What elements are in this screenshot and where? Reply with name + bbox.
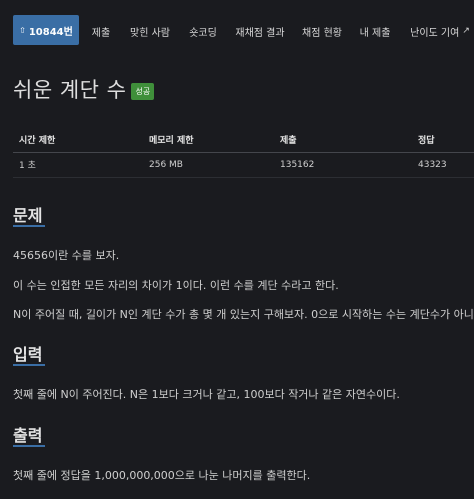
problem-title-row: 쉬운 계단 수 성공 xyxy=(13,74,155,104)
section-divider xyxy=(13,364,45,366)
memory-limit-value: 256 MB xyxy=(143,152,274,178)
problem-paragraph-2: 이 수는 인접한 모든 자리의 차이가 1이다. 이런 수를 계단 수라고 한다… xyxy=(13,279,339,292)
table-row: 1 초 256 MB 135162 43323 xyxy=(13,152,474,178)
accepted-value: 43323 xyxy=(412,152,474,178)
nav-rejudge-results[interactable]: 재채점 결과 xyxy=(235,0,285,62)
problem-number-tab[interactable]: ⇧ 10844번 xyxy=(13,15,79,45)
header-accepted: 정답 xyxy=(412,128,474,153)
section-divider xyxy=(13,445,45,447)
top-nav: ⇧ 10844번 제출 맞힌 사람 숏코딩 재채점 결과 채점 현황 내 제출 … xyxy=(0,0,474,62)
input-description: 첫째 줄에 N이 주어진다. N은 1보다 크거나 같고, 100보다 작거나 … xyxy=(13,388,400,401)
output-description: 첫째 줄에 정답을 1,000,000,000으로 나눈 나머지를 출력한다. xyxy=(13,469,311,482)
problem-info-table: 시간 제한 메모리 제한 제출 정답 1 초 256 MB 135162 433… xyxy=(13,128,474,178)
nav-submit[interactable]: 제출 xyxy=(90,0,112,62)
nav-short-coding[interactable]: 숏코딩 xyxy=(188,0,218,62)
submissions-value: 135162 xyxy=(274,152,412,178)
external-link-icon: ↗ xyxy=(462,26,470,36)
problem-paragraph-3: N이 주어질 때, 길이가 N인 계단 수가 총 몇 개 있는지 구해보자. 0… xyxy=(13,308,474,321)
header-memory-limit: 메모리 제한 xyxy=(143,128,274,153)
nav-solvers[interactable]: 맞힌 사람 xyxy=(130,0,170,62)
section-divider xyxy=(13,225,45,227)
upload-icon: ⇧ xyxy=(19,25,26,35)
table-header-row: 시간 제한 메모리 제한 제출 정답 xyxy=(13,128,474,153)
problem-paragraph-1: 45656이란 수를 보자. xyxy=(13,249,120,262)
problem-number-label: 10844번 xyxy=(28,26,73,38)
nav-difficulty-contribution[interactable]: 난이도 기여 ↗ xyxy=(410,0,470,62)
nav-status[interactable]: 채점 현황 xyxy=(302,0,342,62)
status-badge: 성공 xyxy=(131,82,155,100)
nav-my-submissions[interactable]: 내 제출 xyxy=(360,0,391,62)
problem-title: 쉬운 계단 수 xyxy=(13,78,127,102)
time-limit-value: 1 초 xyxy=(13,152,143,178)
section-title-output: 출력 xyxy=(13,426,43,445)
nav-difficulty-label: 난이도 기여 xyxy=(410,27,460,39)
header-time-limit: 시간 제한 xyxy=(13,128,143,153)
section-title-input: 입력 xyxy=(13,345,43,364)
header-submissions: 제출 xyxy=(274,128,412,153)
section-title-problem: 문제 xyxy=(13,206,43,225)
